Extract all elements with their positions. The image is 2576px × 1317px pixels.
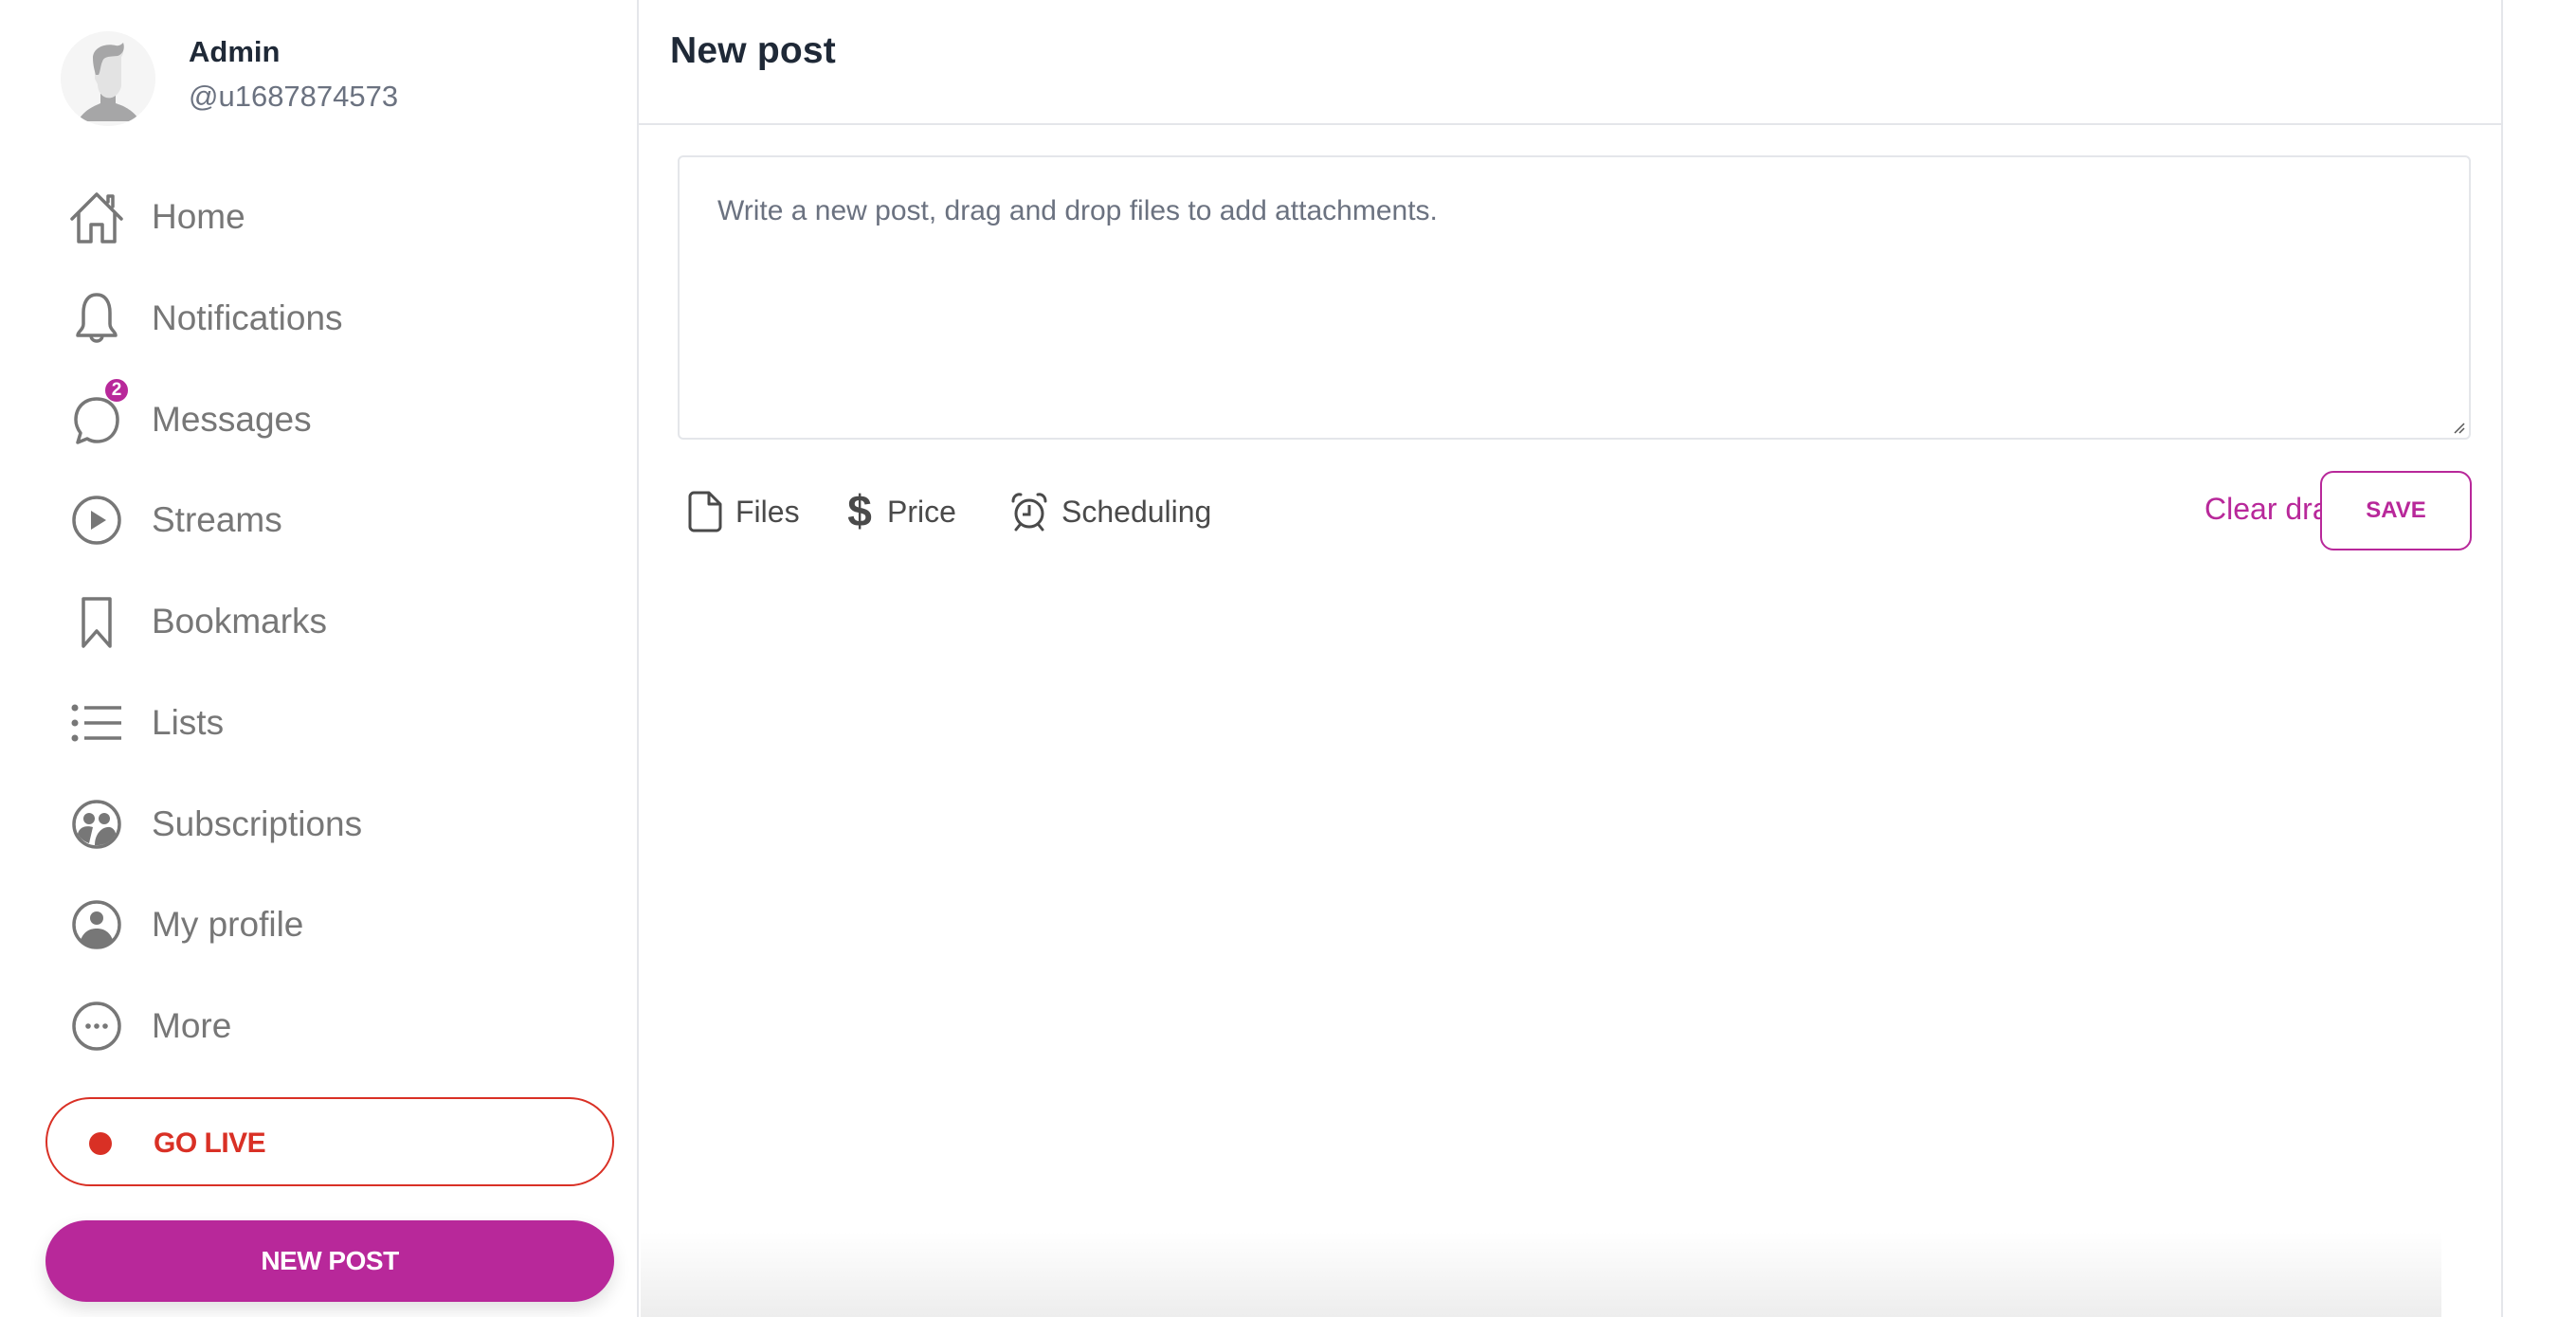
sidebar-item-label: Lists bbox=[152, 703, 225, 742]
profile-handle: @u1687874573 bbox=[189, 80, 399, 113]
bell-icon bbox=[66, 288, 127, 349]
sidebar-item-home[interactable]: Home bbox=[45, 174, 605, 260]
post-text-input[interactable] bbox=[680, 157, 2469, 438]
price-label: Price bbox=[887, 494, 956, 529]
sidebar-item-label: My profile bbox=[152, 905, 304, 944]
profile-name: Admin bbox=[189, 35, 281, 68]
post-composer bbox=[678, 155, 2471, 440]
user-circle-icon bbox=[66, 894, 127, 955]
home-icon bbox=[66, 187, 127, 247]
sidebar: Admin @u1687874573 Home Notifications 2 … bbox=[0, 0, 639, 1317]
go-live-label: GO LIVE bbox=[154, 1128, 266, 1159]
files-button[interactable]: Files bbox=[688, 481, 800, 542]
scheduling-label: Scheduling bbox=[1061, 494, 1212, 529]
go-live-button[interactable]: GO LIVE bbox=[45, 1097, 614, 1186]
avatar[interactable] bbox=[61, 31, 155, 126]
sidebar-item-subscriptions[interactable]: Subscriptions bbox=[45, 782, 605, 867]
sidebar-item-more[interactable]: More bbox=[45, 983, 605, 1069]
live-dot-icon bbox=[89, 1132, 112, 1155]
price-button[interactable]: $ Price bbox=[845, 481, 956, 542]
play-circle-icon bbox=[66, 490, 127, 550]
sidebar-item-label: Home bbox=[152, 197, 245, 236]
sidebar-item-label: Messages bbox=[152, 400, 312, 439]
sidebar-item-label: Subscriptions bbox=[152, 804, 363, 843]
alarm-clock-icon bbox=[1011, 493, 1047, 532]
more-circle-icon bbox=[66, 996, 127, 1056]
sidebar-item-my-profile[interactable]: My profile bbox=[45, 882, 605, 967]
sidebar-item-notifications[interactable]: Notifications bbox=[45, 276, 605, 361]
resize-handle-icon[interactable] bbox=[2451, 420, 2466, 435]
composer-toolbar: Files $ Price Scheduling Clear draft SAV… bbox=[688, 471, 2489, 550]
new-post-button[interactable]: NEW POST bbox=[45, 1220, 614, 1302]
dollar-icon: $ bbox=[847, 490, 872, 533]
save-button[interactable]: SAVE bbox=[2320, 471, 2472, 550]
sidebar-item-messages[interactable]: 2 Messages bbox=[45, 377, 605, 462]
page-title: New post bbox=[670, 30, 836, 71]
list-icon bbox=[66, 693, 127, 753]
sidebar-item-label: Bookmarks bbox=[152, 602, 328, 640]
page-header: New post bbox=[639, 0, 2501, 125]
scheduling-button[interactable]: Scheduling bbox=[1010, 481, 1211, 542]
files-label: Files bbox=[735, 494, 800, 529]
subscriptions-icon bbox=[66, 794, 127, 855]
file-icon bbox=[688, 491, 722, 532]
sidebar-item-label: Notifications bbox=[152, 298, 343, 337]
svg-text:$: $ bbox=[847, 490, 872, 533]
bookmark-icon bbox=[66, 591, 127, 652]
sidebar-item-label: Streams bbox=[152, 500, 282, 539]
sidebar-item-lists[interactable]: Lists bbox=[45, 680, 605, 766]
sidebar-item-streams[interactable]: Streams bbox=[45, 478, 605, 563]
default-avatar-icon bbox=[61, 31, 155, 126]
user-profile[interactable]: Admin @u1687874573 bbox=[61, 31, 398, 126]
main-content: New post Files $ Price Scheduling Clear … bbox=[639, 0, 2503, 1317]
sidebar-item-label: More bbox=[152, 1006, 232, 1045]
messages-unread-badge: 2 bbox=[104, 378, 129, 403]
sidebar-item-bookmarks[interactable]: Bookmarks bbox=[45, 579, 605, 664]
